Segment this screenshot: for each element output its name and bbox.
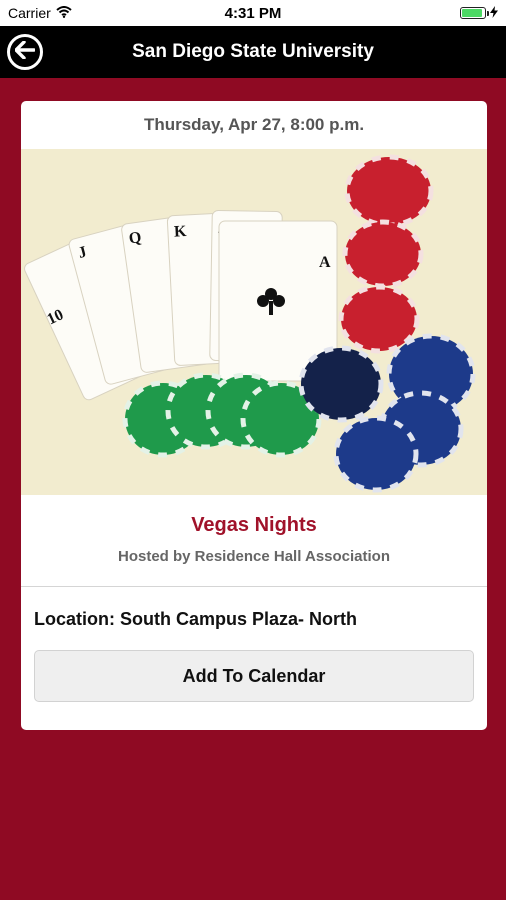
- event-title: Vegas Nights: [191, 514, 317, 536]
- divider: [21, 586, 487, 587]
- svg-text:Q: Q: [128, 229, 143, 248]
- wifi-icon: [56, 5, 72, 21]
- svg-text:K: K: [174, 223, 188, 241]
- status-time: 4:31 PM: [224, 4, 282, 22]
- status-bar: Carrier 4:31 PM: [0, 0, 506, 26]
- charging-bolt-icon: [490, 5, 498, 21]
- event-image: 10 J Q K A A: [21, 149, 487, 495]
- event-date: Thursday, Apr 27, 8:00 p.m.: [143, 115, 365, 134]
- carrier-label: Carrier: [8, 5, 51, 21]
- nav-title: San Diego State University: [132, 41, 374, 62]
- battery-icon: [460, 7, 489, 19]
- svg-text:A: A: [319, 254, 331, 271]
- back-arrow-icon: [14, 39, 36, 64]
- add-to-calendar-button[interactable]: Add To Calendar: [34, 650, 474, 702]
- back-button[interactable]: [7, 34, 43, 70]
- nav-bar: San Diego State University: [0, 26, 506, 78]
- status-right: [460, 5, 498, 21]
- battery-level: [462, 9, 482, 17]
- red-chip-stack: [338, 154, 434, 354]
- event-card: Thursday, Apr 27, 8:00 p.m. 10 J Q K A A: [21, 101, 487, 730]
- event-host: Hosted by Residence Hall Association: [117, 548, 391, 565]
- event-location: Location: South Campus Plaza- North: [34, 609, 358, 629]
- status-left: Carrier: [8, 5, 72, 21]
- green-chip-stack: [122, 372, 322, 458]
